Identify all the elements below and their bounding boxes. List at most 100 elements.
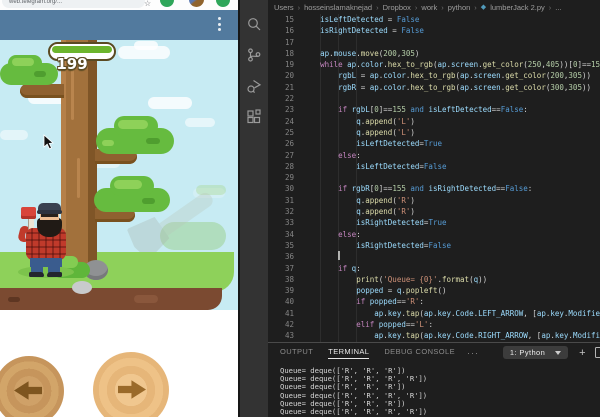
panel-overflow-icon[interactable]: ···	[467, 348, 479, 358]
cloud	[0, 130, 28, 140]
code-line[interactable]: 18 ap.mouse.move(200,305)	[268, 48, 600, 59]
breadcrumb-separator: ›	[474, 2, 477, 12]
code-line[interactable]: 36	[268, 251, 600, 262]
code-line[interactable]: 20 rgbL = ap.color.hex_to_rgb(ap.screen.…	[268, 70, 600, 81]
cloud	[185, 118, 215, 127]
line-number: 35	[284, 240, 294, 250]
line-number: 33	[284, 218, 294, 228]
line-number: 16	[284, 26, 294, 36]
breadcrumb-filename[interactable]: lumberJack 2.py	[490, 3, 545, 12]
source-control-icon[interactable]	[240, 39, 268, 70]
beard	[37, 218, 62, 237]
line-number: 32	[284, 207, 294, 217]
line-number: 39	[284, 286, 294, 296]
panel-tab-debug-console[interactable]: DEBUG CONSOLE	[384, 347, 455, 358]
line-number: 36	[284, 252, 294, 262]
breadcrumb-separator: ›	[441, 2, 444, 12]
search-icon[interactable]	[240, 8, 268, 39]
health-bar-fill	[52, 46, 112, 53]
tree-branch-left	[20, 84, 64, 98]
code-line[interactable]: 17	[268, 37, 600, 48]
split-terminal-button[interactable]	[595, 347, 600, 358]
code-line[interactable]: 19 while ap.color.hex_to_rgb(ap.screen.g…	[268, 59, 600, 70]
line-number: 31	[284, 195, 294, 205]
code-line[interactable]: 25 q.append('L')	[268, 127, 600, 138]
code-line[interactable]: 39 popped = q.popleft()	[268, 285, 600, 296]
code-line[interactable]: 29	[268, 172, 600, 183]
breadcrumb: Users › hosseinslamaknejad › Dropbox › work › py…	[274, 1, 562, 13]
code-line[interactable]: 28 isLeftDetected=False	[268, 161, 600, 172]
browser-toolbar: web.telegram.org/... ☆	[0, 0, 238, 10]
line-number: 40	[284, 297, 294, 307]
mouse-cursor	[43, 134, 54, 150]
breadcrumb-item[interactable]: work	[421, 3, 437, 12]
extensions-icon[interactable]	[240, 101, 268, 132]
code-line[interactable]: 32 q.append('R')	[268, 206, 600, 217]
terminal-picker-label: 1: Python	[509, 348, 546, 357]
score-value: 199	[56, 55, 88, 73]
chevron-down-icon	[555, 350, 562, 355]
panel-tab-terminal[interactable]: TERMINAL	[328, 347, 370, 359]
code-line[interactable]: 24 q.append('L')	[268, 116, 600, 127]
terminal-output: Queue= deque(['R', 'R', 'R']) Queue= dequ…	[268, 362, 600, 416]
line-number: 28	[284, 161, 294, 171]
vscode-window: Users › hosseinslamaknejad › Dropbox › work › py…	[238, 0, 600, 417]
move-left-button[interactable]	[0, 356, 64, 417]
new-terminal-button[interactable]: +	[579, 347, 586, 358]
code-line[interactable]: 23 if rgbL[0]==155 and isLeftDetected==F…	[268, 104, 600, 115]
code-line[interactable]: 41 ap.key.tap(ap.key.Code.LEFT_ARROW, [a…	[268, 308, 600, 319]
extension-badge-icon[interactable]	[216, 0, 230, 7]
breadcrumb-item[interactable]: hosseinslamaknejad	[304, 3, 372, 12]
line-number: 20	[284, 71, 294, 81]
panel-tab-bar: OUTPUT TERMINAL DEBUG CONSOLE ··· 1: Pytho…	[268, 343, 600, 362]
run-debug-icon[interactable]	[240, 70, 268, 101]
breadcrumb-item[interactable]: Dropbox	[383, 3, 411, 12]
breadcrumb-item[interactable]: python	[448, 3, 471, 12]
line-number: 34	[284, 229, 294, 239]
shoe	[47, 272, 62, 277]
code-line[interactable]: 27 else:	[268, 150, 600, 161]
shoe	[29, 272, 44, 277]
panel-tab-output[interactable]: OUTPUT	[280, 347, 313, 358]
line-number: 27	[284, 150, 294, 160]
terminal-picker[interactable]: 1: Python	[502, 346, 569, 359]
indent-guide	[320, 14, 321, 342]
code-line[interactable]: 33 isRightDetected=True	[268, 217, 600, 228]
right-arrow-icon	[118, 380, 146, 399]
code-line[interactable]: 42 elif popped=='L':	[268, 319, 600, 330]
code-line[interactable]: 21 rgbR = ap.color.hex_to_rgb(ap.screen.…	[268, 82, 600, 93]
code-line[interactable]: 26 isLeftDetected=True	[268, 138, 600, 149]
beanie-brim	[37, 210, 62, 214]
code-line[interactable]: 31 q.append('R')	[268, 195, 600, 206]
panel-tabs: OUTPUT TERMINAL DEBUG CONSOLE	[280, 347, 455, 359]
code-line[interactable]: 35 isRightDetected=False	[268, 240, 600, 251]
breadcrumb-separator: ›	[297, 2, 301, 12]
code-line[interactable]: 43 ap.key.tap(ap.key.Code.RIGHT_ARROW, […	[268, 330, 600, 341]
line-number: 43	[284, 331, 294, 341]
line-number: 26	[284, 139, 294, 149]
eyes	[41, 214, 58, 217]
profile-avatar[interactable]	[189, 0, 204, 7]
line-number: 22	[284, 94, 294, 104]
code-line[interactable]: 37 if q:	[268, 263, 600, 274]
code-line[interactable]: 34 else:	[268, 229, 600, 240]
breadcrumb-symbol[interactable]: ...	[555, 3, 561, 12]
code-line[interactable]: 38 print('Queue= {0}'.format(q))	[268, 274, 600, 285]
code-line[interactable]: 15 isLeftDetected = False	[268, 14, 600, 25]
code-line[interactable]: 16 isRightDetected = False	[268, 25, 600, 36]
extension-badge-icon[interactable]	[160, 0, 174, 7]
code-line[interactable]: 30 if rgbR[0]==155 and isRightDetected==…	[268, 183, 600, 194]
line-number: 21	[284, 82, 294, 92]
code-line[interactable]: 22	[268, 93, 600, 104]
browser-window: web.telegram.org/... ☆ 199	[0, 0, 238, 417]
bookmark-star-icon[interactable]: ☆	[144, 0, 151, 8]
line-number: 23	[284, 105, 294, 115]
indent-guide	[338, 14, 339, 342]
code-line[interactable]: 40 if popped=='R':	[268, 296, 600, 307]
move-right-button[interactable]	[93, 352, 169, 417]
line-number: 18	[284, 48, 294, 58]
line-number: 41	[284, 308, 294, 318]
line-number: 42	[284, 320, 294, 330]
address-bar[interactable]: web.telegram.org/...	[2, 0, 145, 8]
breadcrumb-item[interactable]: Users	[274, 3, 294, 12]
